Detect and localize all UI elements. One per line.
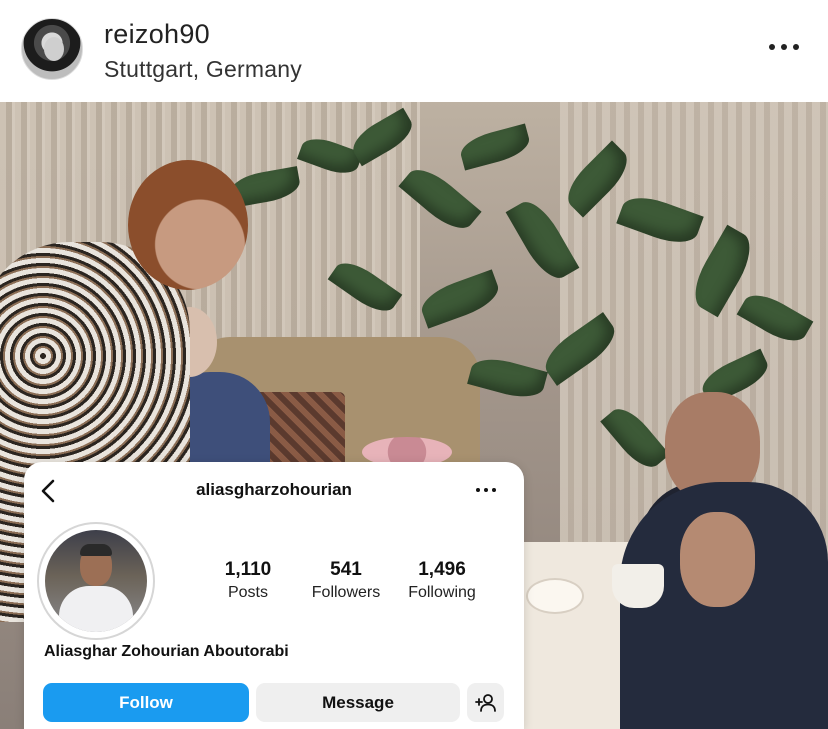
add-user-button[interactable] xyxy=(467,683,504,722)
profile-full-name: Aliasghar Zohourian Aboutorabi xyxy=(44,643,289,660)
profile-username: aliasgharzohourian xyxy=(196,480,352,499)
post-location[interactable]: Stuttgart, Germany xyxy=(104,56,302,83)
following-label: Following xyxy=(408,584,476,601)
followers-stat[interactable]: 541 Followers xyxy=(306,559,386,602)
posts-label: Posts xyxy=(227,584,268,601)
message-button[interactable]: Message xyxy=(256,683,460,722)
followers-count: 541 xyxy=(330,559,362,580)
following-count: 1,496 xyxy=(418,559,466,580)
post-author-avatar[interactable] xyxy=(21,18,83,80)
following-stat[interactable]: 1,496 Following xyxy=(402,559,482,602)
more-options-icon[interactable] xyxy=(474,480,498,500)
followers-label: Followers xyxy=(311,584,381,601)
post-header: reizoh90 Stuttgart, Germany xyxy=(0,0,828,102)
post-username[interactable]: reizoh90 xyxy=(104,19,210,50)
follow-button[interactable]: Follow xyxy=(43,683,249,722)
profile-card: aliasgharzohourian 1,110 Posts 541 Follo… xyxy=(24,462,524,729)
profile-avatar[interactable] xyxy=(37,522,155,640)
add-user-icon xyxy=(474,693,496,712)
posts-stat[interactable]: 1,110 Posts xyxy=(218,559,278,602)
posts-count: 1,110 xyxy=(224,559,272,580)
more-options-icon[interactable] xyxy=(766,36,802,60)
